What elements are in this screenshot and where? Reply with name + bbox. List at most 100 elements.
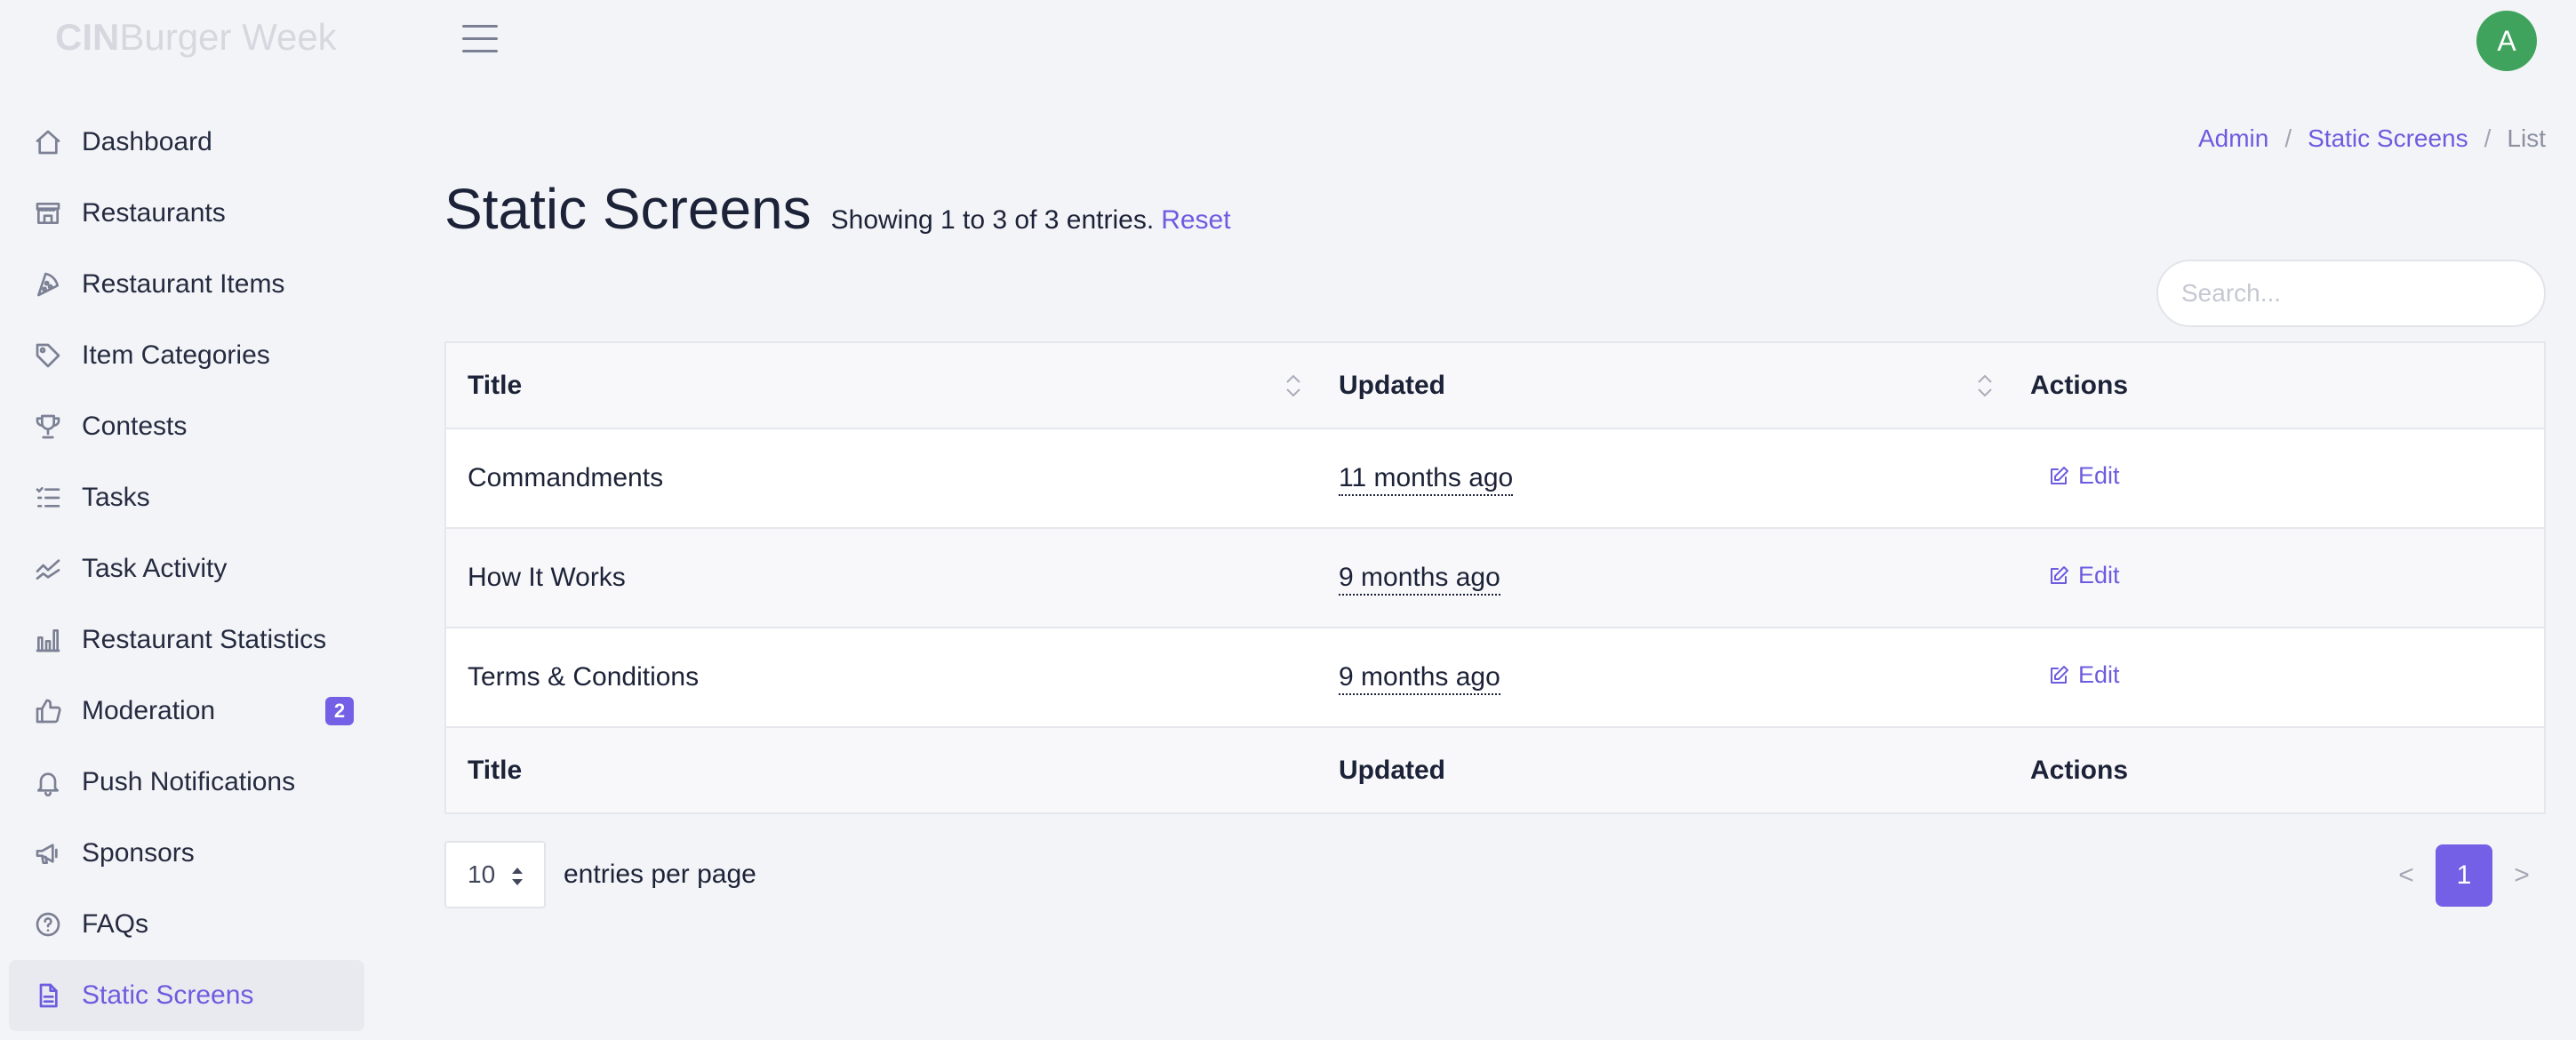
edit-label: Edit: [2078, 462, 2120, 490]
sidebar-item-item-categories[interactable]: Item Categories: [9, 320, 364, 391]
page-title: Static Screens: [444, 177, 812, 241]
bell-icon: [32, 766, 64, 798]
per-page-control: 10 entries per page: [444, 841, 756, 908]
sort-icon[interactable]: [1284, 372, 1303, 400]
menu-toggle-icon[interactable]: [462, 25, 498, 57]
row-title: How It Works: [468, 563, 626, 592]
question-circle-icon: [32, 908, 64, 940]
footer-title: Title: [468, 755, 523, 785]
activity-chart-icon: [32, 553, 64, 585]
footer-actions: Actions: [2030, 755, 2129, 785]
sidebar-item-faqs[interactable]: FAQs: [9, 889, 364, 960]
brand-rest: Burger Week: [119, 16, 337, 58]
sidebar-item-label: FAQs: [82, 909, 149, 939]
breadcrumb-separator: /: [2284, 124, 2292, 152]
static-screens-table: Title Updated Actions Commandments 11 mo…: [444, 341, 2546, 814]
next-page-button[interactable]: >: [2498, 844, 2546, 907]
sort-icon[interactable]: [1975, 372, 1995, 400]
sidebar-item-restaurants[interactable]: Restaurants: [9, 178, 364, 249]
page-header: Static Screens Showing 1 to 3 of 3 entri…: [444, 176, 1231, 242]
sidebar-item-contests[interactable]: Contests: [9, 391, 364, 462]
table-row: Terms & Conditions 9 months ago Edit: [446, 628, 2544, 727]
sidebar-item-label: Item Categories: [82, 340, 270, 370]
sidebar-item-moderation[interactable]: Moderation 2: [9, 676, 364, 747]
edit-icon: [2051, 665, 2068, 684]
column-header-label: Updated: [1339, 370, 1445, 400]
sidebar-item-push-notifications[interactable]: Push Notifications: [9, 747, 364, 818]
sidebar: CINBurger Week Dashboard Restaurants Res…: [0, 0, 373, 1040]
edit-icon: [2051, 466, 2068, 484]
search-input[interactable]: [2156, 260, 2546, 327]
sidebar-item-label: Moderation: [82, 696, 216, 725]
breadcrumb-current: List: [2507, 124, 2546, 152]
brand-bold: CIN: [55, 16, 120, 58]
brand-logo[interactable]: CINBurger Week: [55, 16, 337, 59]
megaphone-icon: [32, 837, 64, 869]
per-page-label: entries per page: [564, 860, 756, 889]
user-avatar[interactable]: A: [2476, 11, 2537, 71]
thumbs-up-icon: [32, 695, 64, 727]
edit-label: Edit: [2078, 661, 2120, 689]
per-page-value: 10: [468, 860, 496, 888]
sidebar-item-label: Dashboard: [82, 127, 212, 156]
column-header-updated[interactable]: Updated: [1317, 343, 2009, 428]
sidebar-item-dashboard[interactable]: Dashboard: [9, 107, 364, 178]
select-caret-icon: [512, 868, 523, 885]
column-header-label: Title: [468, 370, 523, 400]
per-page-select[interactable]: 10: [444, 841, 546, 908]
moderation-count-badge: 2: [325, 697, 354, 725]
page-1-button[interactable]: 1: [2436, 844, 2492, 907]
table-row: How It Works 9 months ago Edit: [446, 528, 2544, 628]
updated-time: 9 months ago: [1339, 563, 1500, 596]
sidebar-item-label: Restaurant Statistics: [82, 625, 327, 654]
sidebar-item-tasks[interactable]: Tasks: [9, 462, 364, 533]
list-check-icon: [32, 482, 64, 514]
edit-button[interactable]: Edit: [2048, 462, 2120, 490]
sidebar-item-label: Restaurants: [82, 198, 226, 228]
row-updated: 11 months ago: [1317, 428, 2009, 528]
sidebar-nav: Dashboard Restaurants Restaurant Items I…: [9, 107, 364, 1031]
previous-page-button[interactable]: <: [2382, 844, 2430, 907]
document-icon: [32, 980, 64, 1012]
pagination: < 1 >: [2382, 844, 2546, 907]
sidebar-item-label: Restaurant Items: [82, 269, 285, 299]
table-header-row: Title Updated Actions: [446, 343, 2544, 428]
row-updated: 9 months ago: [1317, 628, 2009, 727]
home-icon: [32, 126, 64, 158]
edit-button[interactable]: Edit: [2048, 661, 2120, 689]
entries-summary: Showing 1 to 3 of 3 entries.: [830, 205, 1155, 235]
sidebar-item-label: Push Notifications: [82, 767, 296, 796]
store-icon: [32, 197, 64, 229]
sidebar-item-restaurant-statistics[interactable]: Restaurant Statistics: [9, 604, 364, 676]
sidebar-item-label: Static Screens: [82, 980, 254, 1010]
sidebar-item-task-activity[interactable]: Task Activity: [9, 533, 364, 604]
row-title: Terms & Conditions: [468, 662, 700, 692]
trophy-icon: [32, 411, 64, 443]
updated-time: 9 months ago: [1339, 662, 1500, 695]
bar-chart-icon: [32, 624, 64, 656]
pizza-icon: [32, 268, 64, 300]
row-actions: Edit: [2009, 528, 2544, 628]
breadcrumb-static-screens-link[interactable]: Static Screens: [2308, 124, 2468, 152]
row-title: Commandments: [468, 463, 664, 492]
sidebar-item-label: Task Activity: [82, 554, 228, 583]
reset-link[interactable]: Reset: [1161, 205, 1230, 236]
breadcrumb: Admin / Static Screens / List: [2198, 124, 2546, 153]
sidebar-item-label: Tasks: [82, 483, 150, 512]
row-actions: Edit: [2009, 628, 2544, 727]
column-header-title[interactable]: Title: [446, 343, 1317, 428]
sidebar-item-sponsors[interactable]: Sponsors: [9, 818, 364, 889]
breadcrumb-separator: /: [2484, 124, 2492, 152]
column-header-actions: Actions: [2030, 370, 2129, 400]
footer-updated: Updated: [1339, 755, 1445, 785]
sidebar-item-restaurant-items[interactable]: Restaurant Items: [9, 249, 364, 320]
row-actions: Edit: [2009, 428, 2544, 528]
sidebar-item-static-screens[interactable]: Static Screens: [9, 960, 364, 1031]
updated-time: 11 months ago: [1339, 463, 1514, 496]
row-updated: 9 months ago: [1317, 528, 2009, 628]
edit-button[interactable]: Edit: [2048, 562, 2120, 589]
table-footer-row: Title Updated Actions: [446, 727, 2544, 812]
sidebar-item-label: Contests: [82, 412, 188, 441]
edit-icon: [2051, 565, 2068, 584]
breadcrumb-admin-link[interactable]: Admin: [2198, 124, 2268, 152]
